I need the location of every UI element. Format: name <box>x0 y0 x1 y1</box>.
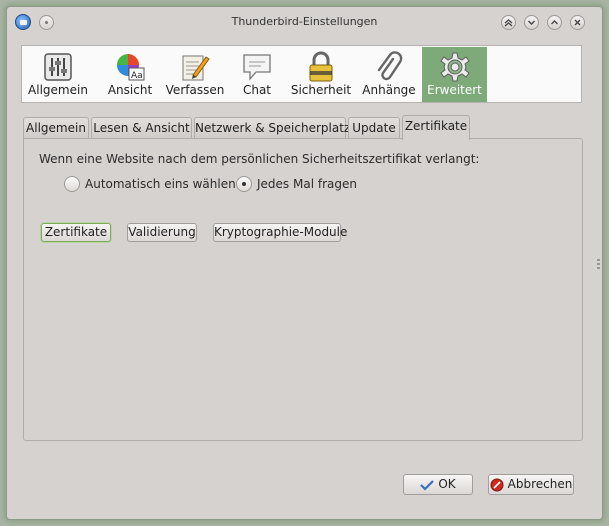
svg-text:Aa: Aa <box>131 71 143 81</box>
view-certificates-button[interactable]: Zertifikate <box>41 223 111 242</box>
cancel-button[interactable]: Abbrechen <box>488 474 574 495</box>
close-window-button[interactable] <box>570 15 585 30</box>
pane-label: Ansicht <box>107 83 153 97</box>
security-devices-button[interactable]: Kryptographie-Module <box>213 223 347 242</box>
tab-update[interactable]: Update <box>348 117 400 139</box>
radio-ask-every-time[interactable]: Jedes Mal fragen <box>236 175 357 193</box>
pane-label: Allgemein <box>28 83 88 97</box>
shade-window-button[interactable] <box>501 15 516 30</box>
chat-icon <box>243 54 271 81</box>
pane-advanced[interactable]: Erweitert <box>422 47 487 102</box>
radio-button[interactable] <box>64 176 80 192</box>
gear-icon <box>439 52 470 82</box>
certificates-panel: Wenn eine Website nach dem persönlichen … <box>23 138 583 441</box>
pane-attachments[interactable]: Anhänge <box>358 47 420 102</box>
lock-icon <box>309 51 333 82</box>
radio-label: Automatisch eins wählen <box>85 177 236 191</box>
certificate-request-question: Wenn eine Website nach dem persönlichen … <box>39 152 480 166</box>
pane-label: Chat <box>242 83 272 97</box>
double-chevron-up-icon <box>504 19 513 27</box>
chevron-up-icon <box>551 20 558 25</box>
preferences-window: Thunderbird-Einstellungen Allgemein Aa A… <box>6 6 603 520</box>
ok-label: OK <box>438 477 456 491</box>
pane-label: Erweitert <box>427 83 482 97</box>
pane-chat[interactable]: Chat <box>232 47 282 102</box>
checkmark-icon <box>420 479 435 491</box>
minimize-button[interactable] <box>524 15 539 30</box>
cancel-label: Abbrechen <box>507 477 573 491</box>
pane-label: Verfassen <box>165 83 225 97</box>
pane-label: Anhänge <box>362 83 416 97</box>
chevron-down-icon <box>528 20 535 25</box>
maximize-button[interactable] <box>547 15 562 30</box>
pane-security[interactable]: Sicherheit <box>288 47 354 102</box>
tab-certificates[interactable]: Zertifikate <box>402 115 470 140</box>
pane-general[interactable]: Allgemein <box>28 47 88 102</box>
color-wheel-icon: Aa <box>117 54 145 81</box>
radio-label: Jedes Mal fragen <box>257 177 357 191</box>
radio-auto-select[interactable]: Automatisch eins wählen <box>64 175 236 193</box>
paperclip-icon <box>377 51 403 81</box>
tab-network-storage[interactable]: Netzwerk & Speicherplatz <box>194 117 350 139</box>
pane-composition[interactable]: Verfassen <box>164 47 226 102</box>
close-icon <box>574 19 581 26</box>
pane-label: Sicherheit <box>290 83 352 97</box>
cancel-icon <box>490 478 504 491</box>
tab-reading-display[interactable]: Lesen & Ansicht <box>91 117 192 139</box>
sliders-icon <box>44 53 72 81</box>
radio-button-checked[interactable] <box>236 176 252 192</box>
resize-grip[interactable] <box>597 259 600 271</box>
preference-pane-toolbar: Allgemein Aa Ansicht Verfassen Chat Sich… <box>21 45 582 103</box>
validation-button[interactable]: Validierung <box>127 223 197 242</box>
tab-general[interactable]: Allgemein <box>23 117 89 139</box>
title-bar: Thunderbird-Einstellungen <box>7 7 602 37</box>
compose-icon <box>182 55 210 81</box>
pane-display[interactable]: Aa Ansicht <box>94 47 166 102</box>
ok-button[interactable]: OK <box>403 474 473 495</box>
